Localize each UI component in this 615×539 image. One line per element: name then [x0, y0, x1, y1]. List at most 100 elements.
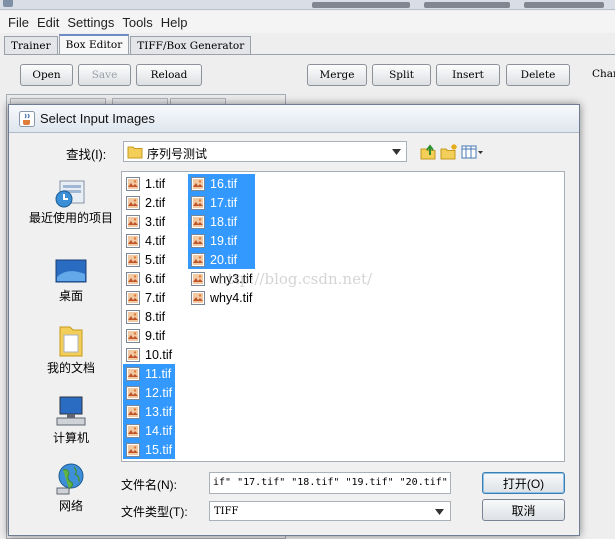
tiff-image-file-icon: [191, 252, 205, 267]
list-item[interactable]: 18.tif: [188, 212, 256, 231]
place-label: 最近使用的项目: [28, 211, 113, 225]
list-item[interactable]: 14.tif: [123, 421, 176, 440]
tiff-image-file-icon: [126, 366, 140, 381]
file-name: 17.tif: [210, 195, 238, 210]
tiff-image-file-icon: [191, 214, 205, 229]
file-list-column: 16.tif 17.tif 18.tif 19.tif 20.tif why3.…: [188, 174, 256, 307]
file-list[interactable]: 1.tif 2.tif 3.tif 4.tif 5.tif 6.tif 7.ti…: [121, 171, 565, 462]
look-in-combo[interactable]: 序列号测试: [123, 141, 407, 162]
tiff-image-file-icon: [191, 233, 205, 248]
new-folder-icon[interactable]: [440, 143, 458, 161]
list-item[interactable]: 13.tif: [123, 402, 176, 421]
tiff-image-file-icon: [191, 271, 205, 286]
list-item[interactable]: 6.tif: [123, 269, 175, 288]
list-item[interactable]: 4.tif: [123, 231, 175, 250]
obscured-title-fragment: [524, 2, 604, 8]
split-button[interactable]: Split: [372, 64, 431, 86]
delete-button[interactable]: Delete: [506, 64, 570, 86]
desktop-icon: [55, 259, 87, 283]
list-item[interactable]: 8.tif: [123, 307, 175, 326]
tiff-image-file-icon: [191, 290, 205, 305]
tiff-image-file-icon: [126, 271, 140, 286]
open-button[interactable]: Open: [20, 64, 73, 86]
list-item[interactable]: 12.tif: [123, 383, 176, 402]
file-name: 18.tif: [210, 214, 238, 229]
list-item[interactable]: why3.tif: [188, 269, 255, 288]
list-item[interactable]: 3.tif: [123, 212, 175, 231]
up-folder-icon[interactable]: [419, 143, 437, 161]
place-computer[interactable]: 计算机: [23, 393, 119, 445]
merge-button[interactable]: Merge: [307, 64, 367, 86]
tiff-image-file-icon: [126, 233, 140, 248]
menu-help[interactable]: Help: [157, 15, 192, 30]
list-item[interactable]: 1.tif: [123, 174, 175, 193]
look-in-value: 序列号测试: [147, 147, 208, 161]
list-item[interactable]: 17.tif: [188, 193, 256, 212]
list-item[interactable]: 19.tif: [188, 231, 256, 250]
tiff-image-file-icon: [126, 423, 140, 438]
file-name: 13.tif: [145, 404, 173, 419]
file-name: why4.tif: [210, 290, 253, 305]
place-label: 我的文档: [46, 361, 95, 375]
app-title-bar: [0, 0, 615, 10]
file-name-input[interactable]: if" "17.tif" "18.tif" "19.tif" "20.tif": [209, 472, 451, 494]
tab-trainer[interactable]: Trainer: [4, 36, 58, 54]
place-documents[interactable]: 我的文档: [23, 323, 119, 375]
obscured-title-fragment: [312, 2, 410, 8]
tiff-image-file-icon: [126, 347, 140, 362]
clipped-toolbar-label[interactable]: Char: [592, 68, 615, 80]
list-item[interactable]: 16.tif: [188, 174, 256, 193]
place-recent-items[interactable]: 最近使用的项目: [23, 175, 119, 225]
folder-icon: [127, 146, 143, 159]
menu-bar: File Edit Settings Tools Help: [0, 11, 615, 33]
file-name: 14.tif: [145, 423, 173, 438]
documents-icon: [59, 326, 83, 357]
file-name: 8.tif: [145, 309, 166, 324]
place-network[interactable]: 网络: [23, 461, 119, 513]
list-item[interactable]: 20.tif: [188, 250, 256, 269]
file-type-combo[interactable]: TIFF: [209, 501, 451, 521]
list-item[interactable]: 7.tif: [123, 288, 175, 307]
obscured-title-fragment: [424, 2, 510, 8]
list-item[interactable]: 10.tif: [123, 345, 175, 364]
computer-icon: [56, 396, 86, 426]
main-tabs: Trainer Box Editor TIFF/Box Generator: [4, 34, 252, 54]
tab-tiff-box-generator[interactable]: TIFF/Box Generator: [130, 36, 252, 54]
insert-button[interactable]: Insert: [436, 64, 500, 86]
java-cup-icon: [19, 111, 35, 127]
tab-box-editor[interactable]: Box Editor: [58, 34, 130, 54]
list-item[interactable]: why4.tif: [188, 288, 255, 307]
list-item[interactable]: 11.tif: [123, 364, 176, 383]
file-name: 11.tif: [145, 366, 172, 381]
view-menu-icon[interactable]: [461, 143, 485, 161]
menu-settings[interactable]: Settings: [63, 15, 118, 30]
places-sidebar: 最近使用的项目 桌面 我的文档 计算机 网络: [23, 169, 119, 519]
file-name: why3.tif: [210, 271, 253, 286]
reload-button[interactable]: Reload: [136, 64, 202, 86]
tiff-image-file-icon: [126, 252, 140, 267]
save-button[interactable]: Save: [78, 64, 131, 86]
open-file-button[interactable]: 打开(O): [482, 472, 565, 494]
list-item[interactable]: 9.tif: [123, 326, 175, 345]
file-name: 4.tif: [145, 233, 166, 248]
file-type-label: 文件类型(T):: [121, 505, 188, 519]
dialog-title-bar[interactable]: Select Input Images: [9, 105, 579, 133]
menu-file[interactable]: File: [4, 15, 33, 30]
file-name: 16.tif: [210, 176, 238, 191]
list-item[interactable]: 15.tif: [123, 440, 176, 459]
select-input-images-dialog: Select Input Images 查找(I): 序列号测试 最近使用的项目…: [8, 104, 580, 536]
list-item[interactable]: 5.tif: [123, 250, 175, 269]
place-label: 网络: [58, 499, 83, 513]
cancel-button[interactable]: 取消: [482, 499, 565, 521]
file-name: 5.tif: [145, 252, 166, 267]
tiff-image-file-icon: [126, 385, 140, 400]
dialog-title: Select Input Images: [40, 111, 155, 126]
menu-tools[interactable]: Tools: [118, 15, 156, 30]
list-item[interactable]: 2.tif: [123, 193, 175, 212]
file-name: 3.tif: [145, 214, 166, 229]
chevron-down-icon: [392, 149, 401, 155]
menu-edit[interactable]: Edit: [33, 15, 63, 30]
tiff-image-file-icon: [126, 290, 140, 305]
file-type-value: TIFF: [214, 506, 239, 517]
place-desktop[interactable]: 桌面: [23, 257, 119, 303]
